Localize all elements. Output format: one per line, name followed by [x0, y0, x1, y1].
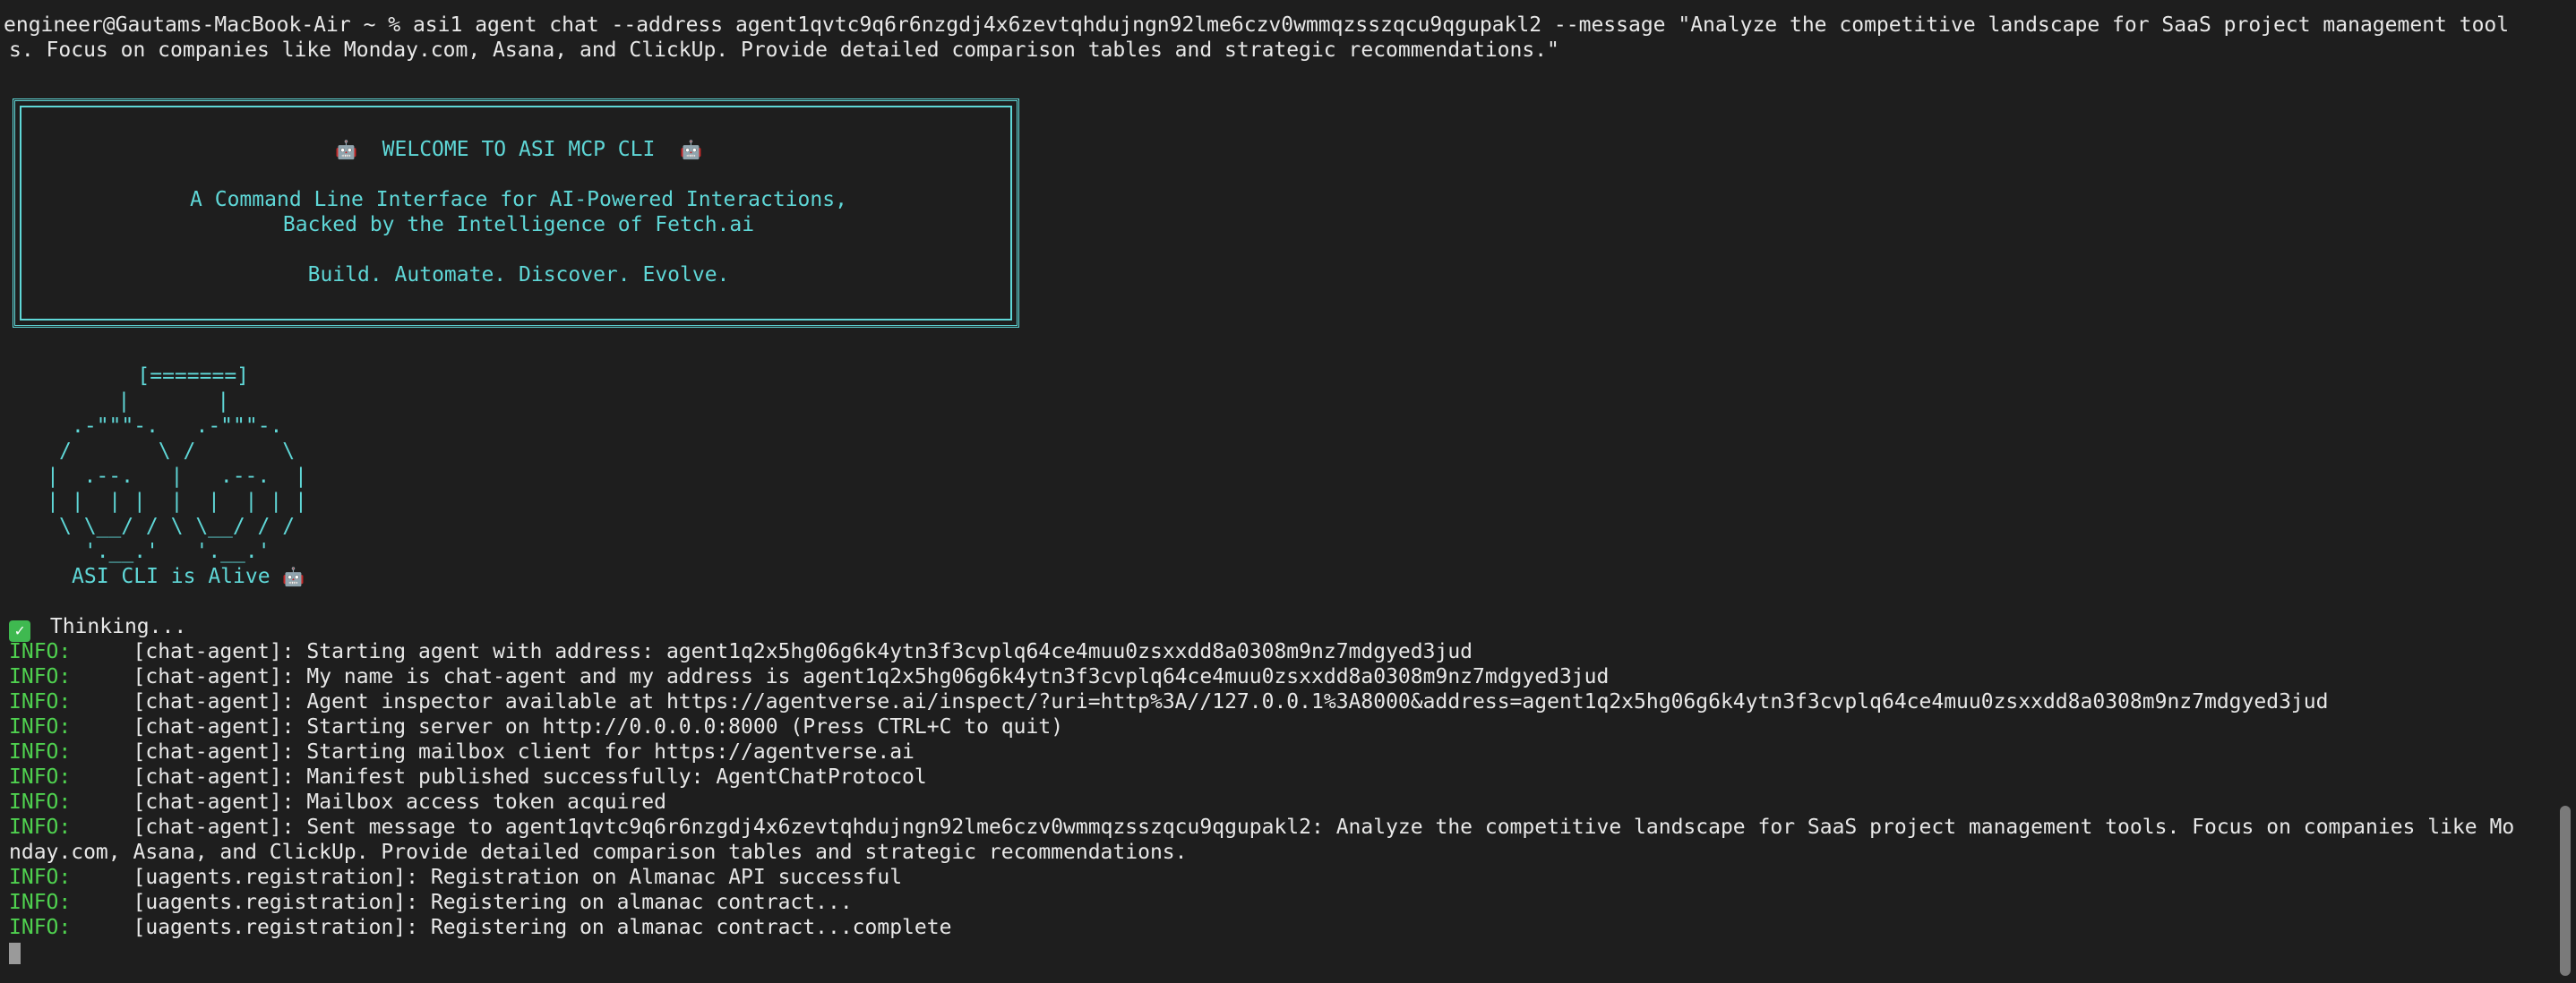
- info-label: INFO:: [9, 765, 72, 789]
- info-label: INFO:: [9, 640, 72, 663]
- robot-icon: 🤖: [680, 139, 702, 160]
- terminal-window[interactable]: engineer@Gautams-MacBook-Air ~ % asi1 ag…: [0, 0, 2576, 983]
- log-line: INFO: [uagents.registration]: Registerin…: [9, 915, 951, 940]
- log-source: [uagents.registration]:: [133, 891, 419, 914]
- log-message: Registering on almanac contract...: [430, 891, 853, 914]
- info-label: INFO:: [9, 916, 72, 939]
- ascii-robot-art: [=======] | | .-"""-. .-"""-. / \ / \ | .--…: [47, 363, 307, 589]
- info-label: INFO:: [9, 866, 72, 889]
- command-line-wrap: s. Focus on companies like Monday.com, A…: [9, 38, 1559, 62]
- log-source: [chat-agent]:: [133, 665, 295, 688]
- log-message: Sent message to agent1qvtc9q6r6nzgdj4x6z…: [306, 816, 2515, 839]
- log-line: INFO: [chat-agent]: Starting agent with …: [9, 639, 1473, 664]
- banner-tagline: Build. Automate. Discover. Evolve.: [307, 263, 730, 286]
- banner-subtitle-1: A Command Line Interface for AI-Powered …: [190, 188, 847, 211]
- ascii-line: \ \__/ / \ \__/ / /: [59, 515, 296, 538]
- log-line: INFO: [chat-agent]: My name is chat-agen…: [9, 664, 1609, 689]
- info-label: INFO:: [9, 715, 72, 739]
- log-source: [chat-agent]:: [133, 715, 295, 739]
- log-message: Registration on Almanac API successful: [430, 866, 903, 889]
- ascii-line: | | | | | | | | |: [47, 490, 307, 513]
- log-message: Manifest published successfully: AgentCh…: [306, 765, 927, 789]
- info-label: INFO:: [9, 816, 72, 839]
- ascii-line: [=======]: [88, 364, 250, 388]
- banner-subtitle-2: Backed by the Intelligence of Fetch.ai: [282, 213, 755, 236]
- log-message: Starting mailbox client for https://agen…: [306, 740, 914, 764]
- log-message: Starting server on http://0.0.0.0:8000 (…: [306, 715, 1064, 739]
- log-message: Starting agent with address: agent1q2x5h…: [306, 640, 1473, 663]
- log-line: INFO: [chat-agent]: Mailbox access token…: [9, 790, 666, 815]
- log-message: Mailbox access token acquired: [306, 791, 666, 814]
- command-line: engineer@Gautams-MacBook-Air ~ % asi1 ag…: [4, 13, 2510, 37]
- info-label: INFO:: [9, 690, 72, 714]
- log-source: [uagents.registration]:: [133, 916, 419, 939]
- log-line: INFO: [chat-agent]: Manifest published s…: [9, 765, 927, 790]
- info-label: INFO:: [9, 891, 72, 914]
- log-source: [chat-agent]:: [133, 816, 295, 839]
- log-source: [chat-agent]:: [133, 640, 295, 663]
- log-line: INFO: [uagents.registration]: Registerin…: [9, 890, 853, 915]
- log-message: Registering on almanac contract...comple…: [430, 916, 952, 939]
- log-line: INFO: [chat-agent]: Agent inspector avai…: [9, 689, 2328, 714]
- ascii-line: '.__.' '.__.': [72, 540, 270, 563]
- ascii-line: | .--. | .--. |: [47, 465, 307, 488]
- log-line: INFO: [chat-agent]: Starting server on h…: [9, 714, 1063, 739]
- text-cursor: [9, 943, 21, 964]
- log-line-wrap: nday.com, Asana, and ClickUp. Provide de…: [9, 841, 1188, 864]
- log-source: [chat-agent]:: [133, 791, 295, 814]
- thinking-text: Thinking...: [49, 615, 187, 638]
- info-label: INFO:: [9, 740, 72, 764]
- thinking-row: ✓ Thinking...: [9, 614, 187, 642]
- robot-icon: 🤖: [335, 139, 357, 160]
- ascii-line: / \ / \: [59, 440, 296, 463]
- log-source: [uagents.registration]:: [133, 866, 419, 889]
- log-line: INFO: [chat-agent]: Starting mailbox cli…: [9, 739, 914, 765]
- robot-icon: 🤖: [282, 566, 305, 587]
- log-source: [chat-agent]:: [133, 740, 295, 764]
- log-message: My name is chat-agent and my address is …: [306, 665, 1610, 688]
- info-label: INFO:: [9, 665, 72, 688]
- alive-row: ASI CLI is Alive 🤖: [47, 564, 307, 589]
- log-source: [chat-agent]:: [133, 765, 295, 789]
- banner-title-row: 🤖 WELCOME TO ASI MCP CLI 🤖: [15, 137, 1022, 162]
- log-line: INFO: [chat-agent]: Sent message to agen…: [9, 815, 2514, 840]
- log-source: [chat-agent]:: [133, 690, 295, 714]
- alive-text: ASI CLI is Alive: [72, 565, 270, 588]
- ascii-line: .-"""-. .-"""-.: [72, 415, 283, 438]
- welcome-banner: 🤖 WELCOME TO ASI MCP CLI 🤖 A Command Lin…: [13, 98, 1019, 328]
- log-line: INFO: [uagents.registration]: Registrati…: [9, 865, 902, 890]
- ascii-line: | |: [81, 389, 230, 413]
- banner-title: WELCOME TO ASI MCP CLI: [382, 138, 656, 161]
- info-label: INFO:: [9, 791, 72, 814]
- log-message: Agent inspector available at https://age…: [306, 690, 2329, 714]
- scrollbar[interactable]: [2560, 806, 2571, 976]
